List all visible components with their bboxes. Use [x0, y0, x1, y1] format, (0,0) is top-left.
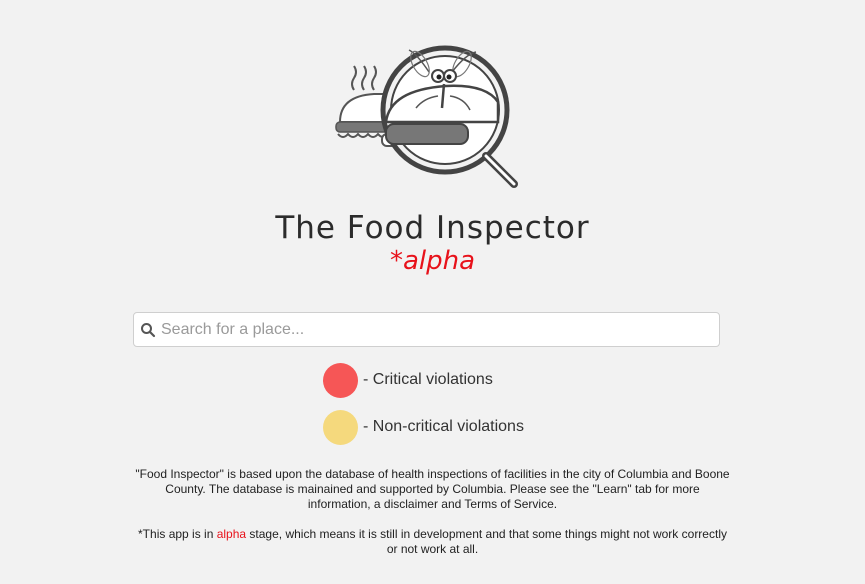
search-bar[interactable]	[133, 312, 720, 347]
alpha-disclaimer: *This app is in alpha stage, which means…	[135, 527, 730, 557]
alpha-word: alpha	[216, 527, 247, 541]
alpha-disclaimer-end: stage, which means it is still in develo…	[246, 527, 727, 556]
alpha-tag: *alpha	[389, 246, 476, 276]
app-title: The Food Inspector	[275, 210, 590, 246]
non-critical-dot	[323, 409, 358, 445]
legend-non-critical-label: - Non-critical violations	[363, 418, 524, 435]
search-icon	[141, 323, 156, 338]
info-paragraph: "Food Inspector" is based upon the datab…	[135, 467, 730, 511]
legend-critical: - Critical violations	[323, 362, 493, 398]
logo-icon	[335, 45, 518, 188]
alpha-disclaimer-start: *This app is in	[138, 527, 217, 541]
search-input[interactable]	[161, 314, 711, 345]
legend-non-critical: - Non-critical violations	[323, 409, 524, 445]
critical-dot	[323, 362, 358, 398]
legend-critical-label: - Critical violations	[363, 371, 493, 388]
